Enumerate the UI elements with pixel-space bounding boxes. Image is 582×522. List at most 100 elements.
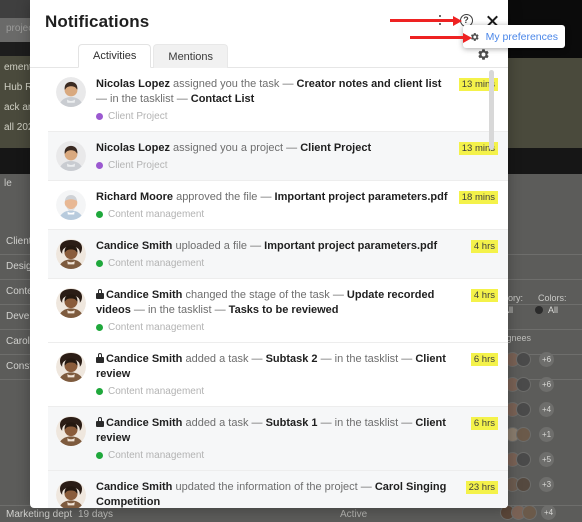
notification-phrase: — in the tasklist —	[130, 304, 229, 316]
project-name: Client Project	[108, 111, 168, 122]
tab-activities[interactable]: Activities	[78, 44, 152, 68]
annotation-arrow-preferences	[410, 32, 472, 43]
notification-row[interactable]: Nicolas Lopez assigned you a project — C…	[48, 132, 508, 181]
notifications-modal: Notifications ? Activities Mentions Nico…	[30, 0, 508, 508]
notification-phrase: assigned you a project —	[169, 142, 301, 154]
project-color-dot-icon	[96, 324, 103, 331]
assignee-stack[interactable]: +4	[505, 402, 575, 418]
assignee-overflow-count: +6	[539, 352, 554, 367]
tab-activities-label: Activities	[93, 50, 137, 62]
assignee-stack[interactable]: +6	[505, 352, 575, 368]
avatar	[56, 77, 86, 107]
project-color-dot-icon	[96, 211, 103, 218]
notification-settings-button[interactable]	[477, 48, 490, 66]
assignee-overflow-count: +5	[539, 452, 554, 467]
tab-mentions-label: Mentions	[168, 50, 214, 63]
notification-phrase: added a task —	[182, 417, 266, 429]
notification-entity: Contact List	[190, 93, 255, 105]
notification-entity: Subtask 2	[265, 353, 318, 365]
table-cell-name: Conte	[6, 286, 33, 297]
bottom-row-status: Active	[340, 509, 368, 520]
notification-text: Richard Moore approved the file — Import…	[96, 190, 448, 205]
notification-entity: Candice Smith	[96, 240, 173, 252]
project-color-dot-icon	[96, 452, 103, 459]
notification-entity: Client Project	[300, 142, 372, 154]
assignee-stack[interactable]: +3	[505, 477, 575, 493]
page-title: Notifications	[45, 12, 150, 31]
background-colors-value[interactable]: All	[548, 305, 558, 315]
notification-text: Candice Smith updated the information of…	[96, 480, 448, 508]
notification-row[interactable]: Nicolas Lopez assigned you the task — Cr…	[48, 68, 508, 132]
notification-entity: Important project parameters.pdf	[264, 240, 438, 252]
avatar	[56, 288, 86, 318]
project-color-dot-icon	[96, 162, 103, 169]
lock-icon	[96, 417, 104, 427]
assignee-overflow-count: +4	[541, 505, 556, 520]
assignee-overflow-count: +4	[539, 402, 554, 417]
notification-entity: Candice Smith	[96, 481, 173, 493]
project-color-dot-icon	[96, 388, 103, 395]
assignee-stack[interactable]: +4	[500, 505, 570, 521]
background-table-header: le	[4, 178, 12, 189]
notification-row[interactable]: Candice Smith changed the stage of the t…	[48, 279, 508, 343]
assignee-overflow-count: +3	[539, 477, 554, 492]
notification-row[interactable]: Candice Smith added a task — Subtask 1 —…	[48, 407, 508, 471]
notification-row[interactable]: Candice Smith updated the information of…	[48, 471, 508, 508]
bottom-row-name: Marketing dept	[6, 509, 73, 520]
notifications-list[interactable]: Nicolas Lopez assigned you the task — Cr…	[48, 68, 508, 508]
notification-text: Candice Smith added a task — Subtask 2 —…	[96, 352, 448, 382]
avatar	[56, 190, 86, 220]
tab-mentions[interactable]: Mentions	[153, 44, 229, 68]
project-name: Content management	[108, 450, 205, 461]
bottom-row-age: 19 days	[78, 509, 114, 520]
notification-row[interactable]: Candice Smith uploaded a file — Importan…	[48, 230, 508, 279]
lock-icon	[96, 353, 104, 363]
screen: project ement Hub Re ack an all 202 Clie…	[0, 0, 582, 522]
color-dot-icon	[535, 306, 543, 314]
table-cell-name: Carol	[6, 336, 30, 347]
notification-entity: Candice Smith	[106, 417, 183, 429]
my-preferences-label: My preferences	[485, 30, 558, 43]
project-label: Content management	[96, 450, 448, 461]
notification-phrase: approved the file —	[173, 191, 275, 203]
notification-phrase: updated the information of the project —	[172, 481, 375, 493]
notification-entity: Richard Moore	[96, 191, 174, 203]
notification-phrase: changed the stage of the task —	[182, 289, 347, 301]
project-name: Content management	[108, 258, 205, 269]
project-name: Content management	[108, 386, 205, 397]
notification-phrase: added a task —	[182, 353, 266, 365]
notification-entity: Nicolas Lopez	[96, 78, 170, 90]
list-scrollbar[interactable]	[489, 70, 494, 500]
notification-phrase: — in the tasklist —	[96, 93, 191, 105]
notification-row[interactable]: Richard Moore approved the file — Import…	[48, 181, 508, 230]
gear-icon	[478, 49, 489, 60]
notification-row[interactable]: Candice Smith added a task — Subtask 2 —…	[48, 343, 508, 407]
annotation-arrow-kebab	[390, 15, 462, 26]
project-label: Content management	[96, 209, 448, 220]
lock-icon	[96, 289, 104, 299]
notification-entity: Candice Smith	[106, 289, 183, 301]
project-name: Client Project	[108, 160, 168, 171]
notification-entity: Creator notes and client list	[296, 78, 442, 90]
avatar	[56, 141, 86, 171]
project-color-dot-icon	[96, 260, 103, 267]
notification-entity: Nicolas Lopez	[96, 142, 170, 154]
table-cell-name: Client	[6, 236, 32, 247]
notification-entity: Subtask 1	[265, 417, 318, 429]
my-preferences-popup[interactable]: My preferences	[463, 25, 565, 48]
list-scrollbar-thumb[interactable]	[489, 70, 494, 150]
notification-phrase: — in the tasklist —	[317, 353, 416, 365]
notification-text: Candice Smith added a task — Subtask 1 —…	[96, 416, 448, 446]
project-name: Content management	[108, 209, 205, 220]
project-color-dot-icon	[96, 113, 103, 120]
assignee-stack[interactable]: +5	[505, 452, 575, 468]
avatar	[56, 239, 86, 269]
notification-phrase: uploaded a file —	[172, 240, 265, 252]
notification-entity: Tasks to be reviewed	[228, 304, 339, 316]
assignee-stack[interactable]: +1	[505, 427, 575, 443]
avatar	[56, 352, 86, 382]
assignee-stack[interactable]: +6	[505, 377, 575, 393]
project-label: Client Project	[96, 160, 448, 171]
assignee-overflow-count: +1	[539, 427, 554, 442]
avatar	[56, 416, 86, 446]
